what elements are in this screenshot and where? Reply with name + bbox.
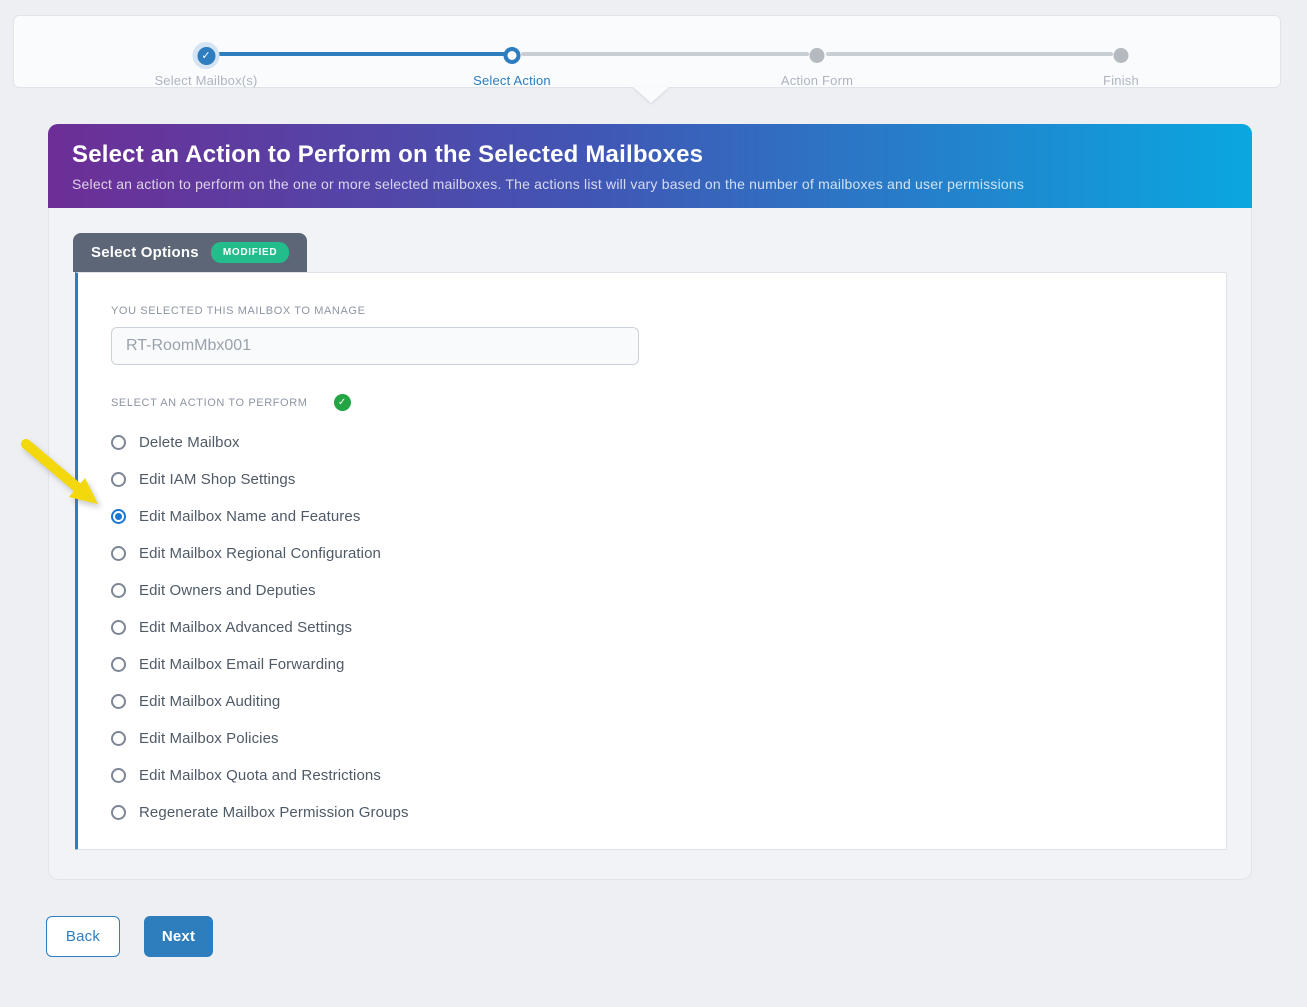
radio-option[interactable]: Edit Mailbox Policies [111, 720, 1226, 757]
options-panel: YOU SELECTED THIS MAILBOX TO MANAGE SELE… [75, 272, 1227, 850]
stepper-connector-done [218, 52, 505, 56]
radio-option[interactable]: Regenerate Mailbox Permission Groups [111, 794, 1226, 831]
radio-icon[interactable] [111, 694, 126, 709]
stepper-connector-pending [826, 52, 1113, 56]
radio-option[interactable]: Edit Mailbox Auditing [111, 683, 1226, 720]
step-label: Select Action [473, 73, 551, 88]
radio-option[interactable]: Edit Mailbox Advanced Settings [111, 609, 1226, 646]
radio-option-label: Edit Mailbox Email Forwarding [139, 656, 345, 673]
wizard-stepper: Select Mailbox(s) Select Action Action F… [13, 15, 1281, 88]
radio-option-label: Edit Mailbox Policies [139, 730, 279, 747]
radio-option[interactable]: Edit Mailbox Regional Configuration [111, 535, 1226, 572]
radio-icon[interactable] [111, 435, 126, 450]
step-done-check-icon [197, 46, 215, 65]
radio-option-label: Edit Owners and Deputies [139, 582, 316, 599]
valid-check-icon [333, 394, 351, 411]
radio-option-label: Edit Mailbox Advanced Settings [139, 619, 353, 636]
radio-option[interactable]: Edit IAM Shop Settings [111, 461, 1226, 498]
step-halo [192, 42, 220, 69]
step-label: Finish [1103, 73, 1139, 88]
radio-option[interactable]: Edit Owners and Deputies [111, 572, 1226, 609]
action-radio-group: Delete Mailbox Edit IAM Shop Settings Ed… [111, 424, 1226, 831]
back-button[interactable]: Back [46, 916, 120, 957]
radio-option-label: Regenerate Mailbox Permission Groups [139, 804, 409, 821]
radio-option-label: Edit Mailbox Name and Features [139, 508, 361, 525]
action-field-label: SELECT AN ACTION TO PERFORM [111, 396, 308, 409]
radio-icon[interactable] [111, 805, 126, 820]
step-label: Select Mailbox(s) [154, 73, 258, 88]
modified-badge: MODIFIED [210, 242, 290, 263]
next-button[interactable]: Next [144, 916, 213, 957]
tab-label: Select Options [91, 244, 199, 261]
mailbox-field-label: YOU SELECTED THIS MAILBOX TO MANAGE [111, 305, 366, 317]
radio-icon[interactable] [111, 546, 126, 561]
radio-option[interactable]: Edit Mailbox Quota and Restrictions [111, 757, 1226, 794]
radio-icon[interactable] [111, 620, 126, 635]
section-header-banner: Select an Action to Perform on the Selec… [48, 124, 1252, 208]
radio-option-label: Delete Mailbox [139, 434, 240, 451]
radio-icon[interactable] [111, 472, 126, 487]
radio-icon[interactable] [111, 768, 126, 783]
step-pending-circle-icon [809, 48, 825, 63]
step-pending-circle-icon [1113, 48, 1129, 63]
page-title: Select an Action to Perform on the Selec… [72, 141, 704, 168]
radio-option[interactable]: Delete Mailbox [111, 424, 1226, 461]
radio-icon[interactable] [111, 583, 126, 598]
radio-option-label: Edit IAM Shop Settings [139, 471, 296, 488]
action-section-card: Select an Action to Perform on the Selec… [48, 124, 1252, 880]
page-subtitle: Select an action to perform on the one o… [72, 176, 1025, 192]
wizard-footer: Back Next [46, 916, 213, 957]
stepper-caret-down-icon [633, 87, 669, 103]
radio-option-label: Edit Mailbox Auditing [139, 693, 281, 710]
radio-option-label: Edit Mailbox Regional Configuration [139, 545, 381, 562]
radio-option-label: Edit Mailbox Quota and Restrictions [139, 767, 381, 784]
tab-select-options[interactable]: Select Options MODIFIED [73, 233, 308, 272]
radio-icon[interactable] [111, 731, 126, 746]
stepper-track: Select Mailbox(s) Select Action Action F… [14, 16, 1280, 88]
stepper-connector-pending [521, 52, 809, 56]
step-active-circle-icon [503, 47, 521, 64]
radio-option[interactable]: Edit Mailbox Name and Features [111, 498, 1226, 535]
selected-mailbox-input[interactable] [111, 327, 639, 365]
radio-option[interactable]: Edit Mailbox Email Forwarding [111, 646, 1226, 683]
radio-icon[interactable] [111, 657, 126, 672]
step-label: Action Form [780, 73, 854, 88]
radio-icon[interactable] [111, 509, 126, 524]
